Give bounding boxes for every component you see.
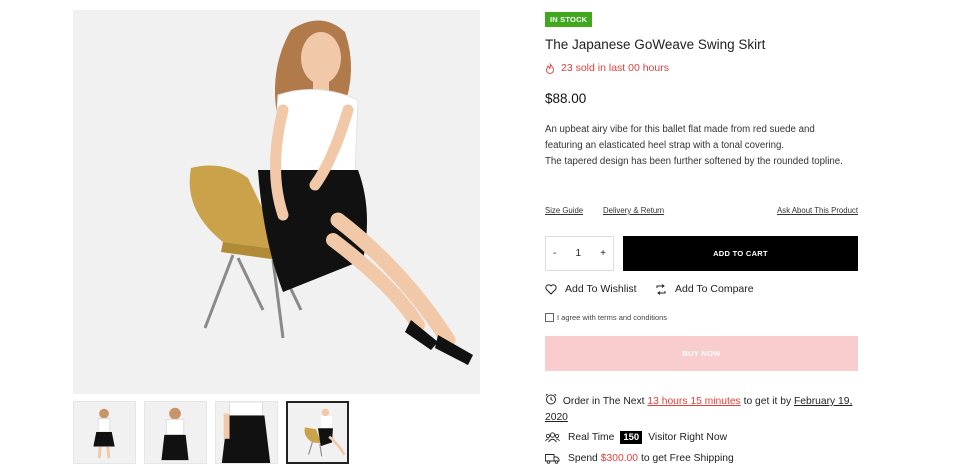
qty-increase-button[interactable]: + [600,248,606,259]
terms-checkbox[interactable] [545,313,554,322]
thumbnail-photo [216,402,277,463]
add-to-cart-button[interactable]: ADD TO CART [623,236,858,271]
thumbnail-photo [288,403,347,462]
heart-icon [545,283,557,295]
description-paragraph: An upbeat airy vibe for this ballet flat… [545,124,815,151]
compare-icon [656,283,666,295]
sold-text: 23 sold in last 00 hours [561,62,669,74]
terms-checkbox-row[interactable]: I agree with terms and conditions [545,313,667,322]
visitors-counter: Real Time 150 Visitor Right Now [545,431,727,444]
order-time: 13 hours 15 minutes [647,396,741,407]
shipping-prefix: Spend [568,453,598,464]
thumbnail-photo [145,402,206,463]
add-to-compare-button[interactable]: Add To Compare [655,283,754,295]
fire-icon [546,62,554,74]
order-mid: to get it by [743,396,792,407]
product-main-image[interactable] [73,10,480,394]
quantity-stepper: - 1 + [545,236,614,271]
ask-about-product-link[interactable]: Ask About This Product [777,206,858,215]
order-deadline: Order in The Next 13 hours 15 minutes to… [545,393,860,426]
thumbnail-4[interactable] [286,401,349,464]
thumbnail-2[interactable] [144,401,207,464]
visitors-prefix: Real Time [568,432,615,443]
thumbnail-strip [73,401,349,464]
terms-label: I agree with terms and conditions [557,313,668,322]
order-prefix: Order in The Next [562,396,645,407]
product-title: The Japanese GoWeave Swing Skirt [545,37,766,52]
description-paragraph: The tapered design has been further soft… [545,156,843,167]
in-stock-badge: IN STOCK [545,12,593,27]
qty-value[interactable]: 1 [575,248,581,259]
visitors-suffix: Visitor Right Now [648,432,727,443]
truck-icon [545,454,560,464]
shipping-amount: $300.00 [600,453,639,464]
visitors-count: 150 [620,431,643,444]
free-shipping-note: Spend $300.00 to get Free Shipping [545,453,734,464]
compare-label: Add To Compare [675,283,754,295]
thumbnail-1[interactable] [73,401,136,464]
sold-counter: 23 sold in last 00 hours [545,62,669,74]
add-to-wishlist-button[interactable]: Add To Wishlist [545,283,637,295]
size-guide-link[interactable]: Size Guide [545,206,583,215]
wishlist-label: Add To Wishlist [565,283,637,295]
product-price: $88.00 [545,91,587,106]
buy-now-button[interactable]: BUY NOW [545,336,858,371]
thumbnail-photo [74,402,135,463]
users-icon [545,432,560,443]
delivery-return-link[interactable]: Delivery & Return [603,206,664,215]
product-photo [73,10,480,394]
qty-decrease-button[interactable]: - [553,248,556,259]
thumbnail-3[interactable] [215,401,278,464]
alarm-clock-icon [545,393,557,405]
product-description: An upbeat airy vibe for this ballet flat… [545,122,850,170]
shipping-suffix: to get Free Shipping [641,453,734,464]
